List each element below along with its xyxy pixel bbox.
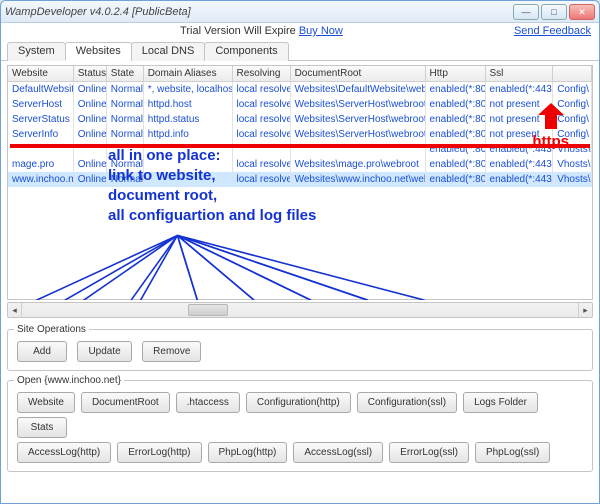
- cell: Websites\ServerHost\webroot: [291, 97, 426, 112]
- trial-text: Trial Version Will Expire: [180, 25, 299, 37]
- open-configuration-ssl--button[interactable]: Configuration(ssl): [357, 392, 457, 413]
- cell: Online: [74, 157, 107, 172]
- col-extra[interactable]: [553, 66, 592, 81]
- site-operations-group: Site Operations Add Update Remove: [7, 324, 593, 371]
- cell: Config\: [553, 82, 592, 97]
- tab-local-dns[interactable]: Local DNS: [131, 42, 206, 61]
- update-button[interactable]: Update: [77, 341, 131, 362]
- cell: enabled(*:80): [426, 112, 486, 127]
- tab-components[interactable]: Components: [204, 42, 288, 61]
- cell: Websites\DefaultWebsite\webroot: [291, 82, 426, 97]
- annotation-https: https: [532, 101, 569, 150]
- open-configuration-http--button[interactable]: Configuration(http): [246, 392, 351, 413]
- cell: enabled(*:80): [426, 82, 486, 97]
- col-status[interactable]: Status: [74, 66, 107, 81]
- open-phplog-ssl--button[interactable]: PhpLog(ssl): [475, 442, 550, 463]
- table-row[interactable]: DefaultWebsiteOnlineNormal*, website, lo…: [8, 82, 592, 97]
- cell: Websites\ServerHost\webroot: [291, 112, 426, 127]
- cell: enabled(*:443): [486, 172, 554, 187]
- open-errorlog-http--button[interactable]: ErrorLog(http): [117, 442, 201, 463]
- cell: www.inchoo.net: [8, 172, 74, 187]
- col-domain-aliases[interactable]: Domain Aliases: [144, 66, 233, 81]
- window-title: WampDeveloper v4.0.2.4 [PublicBeta]: [5, 6, 513, 18]
- open-website-button[interactable]: Website: [17, 392, 75, 413]
- open-errorlog-ssl--button[interactable]: ErrorLog(ssl): [389, 442, 469, 463]
- cell: ServerStatus: [8, 112, 74, 127]
- col-resolving[interactable]: Resolving: [233, 66, 291, 81]
- open-documentroot-button[interactable]: DocumentRoot: [81, 392, 170, 413]
- send-feedback-link[interactable]: Send Feedback: [514, 25, 591, 37]
- cell: local resolve: [233, 97, 291, 112]
- col-state[interactable]: State: [107, 66, 144, 81]
- cell: local resolve: [233, 82, 291, 97]
- banner: Trial Version Will Expire Buy Now Send F…: [1, 23, 599, 41]
- col-documentroot[interactable]: DocumentRoot: [291, 66, 426, 81]
- cell: httpd.info: [144, 127, 233, 142]
- main-tabs: System Websites Local DNS Components: [1, 41, 599, 61]
- table-row[interactable]: ServerInfoOnlineNormalhttpd.infolocal re…: [8, 127, 592, 142]
- buy-now-link[interactable]: Buy Now: [299, 25, 343, 37]
- cell: enabled(*:80): [426, 157, 486, 172]
- remove-button[interactable]: Remove: [142, 341, 201, 362]
- open-stats-button[interactable]: Stats: [17, 417, 67, 438]
- cell: Normal: [107, 127, 144, 142]
- cell: Normal: [107, 82, 144, 97]
- cell: enabled(*:80): [426, 172, 486, 187]
- scroll-left-icon[interactable]: ◂: [8, 303, 22, 317]
- open-group: Open {www.inchoo.net} Website DocumentRoo…: [7, 375, 593, 472]
- scroll-right-icon[interactable]: ▸: [578, 303, 592, 317]
- cell: Online: [74, 127, 107, 142]
- col-ssl[interactable]: Ssl: [486, 66, 554, 81]
- https-label: https: [532, 133, 569, 150]
- horizontal-scrollbar[interactable]: ◂ ▸: [7, 302, 593, 318]
- open-accesslog-http--button[interactable]: AccessLog(http): [17, 442, 111, 463]
- cell: Normal: [107, 97, 144, 112]
- cell: enabled(*:443): [486, 82, 554, 97]
- cell: local resolve: [233, 112, 291, 127]
- close-button[interactable]: ✕: [569, 4, 595, 20]
- open--htaccess-button[interactable]: .htaccess: [176, 392, 240, 413]
- cell: ServerInfo: [8, 127, 74, 142]
- col-website[interactable]: Website: [8, 66, 74, 81]
- table-header: Website Status State Domain Aliases Reso…: [8, 66, 592, 82]
- cell: Vhosts\: [553, 172, 592, 187]
- cell: enabled(*:80): [426, 97, 486, 112]
- cell: enabled(*:80): [426, 127, 486, 142]
- annotation-text: all in one place: link to website, docum…: [108, 146, 316, 226]
- cell: httpd.host: [144, 97, 233, 112]
- cell: mage.pro: [8, 157, 74, 172]
- table-row[interactable]: ServerHostOnlineNormalhttpd.hostlocal re…: [8, 97, 592, 112]
- col-http[interactable]: Http: [426, 66, 486, 81]
- cell: Vhosts\: [553, 157, 592, 172]
- cell: Normal: [107, 112, 144, 127]
- cell: DefaultWebsite: [8, 82, 74, 97]
- window-controls: — □ ✕: [513, 4, 595, 20]
- scroll-thumb[interactable]: [188, 304, 228, 316]
- cell: Online: [74, 82, 107, 97]
- open-legend: Open {www.inchoo.net}: [14, 375, 124, 386]
- open-phplog-http--button[interactable]: PhpLog(http): [208, 442, 288, 463]
- cell: enabled(*:443): [486, 157, 554, 172]
- cell: httpd.status: [144, 112, 233, 127]
- site-operations-legend: Site Operations: [14, 324, 89, 335]
- minimize-button[interactable]: —: [513, 4, 539, 20]
- maximize-button[interactable]: □: [541, 4, 567, 20]
- app-window: WampDeveloper v4.0.2.4 [PublicBeta] — □ …: [0, 0, 600, 504]
- cell: Online: [74, 172, 107, 187]
- open-logs-folder-button[interactable]: Logs Folder: [463, 392, 538, 413]
- cell: *, website, localhost: [144, 82, 233, 97]
- cell: local resolve: [233, 127, 291, 142]
- tab-websites[interactable]: Websites: [65, 42, 132, 61]
- websites-table: Website Status State Domain Aliases Reso…: [7, 65, 593, 300]
- add-button[interactable]: Add: [17, 341, 67, 362]
- cell: Online: [74, 112, 107, 127]
- open-accesslog-ssl--button[interactable]: AccessLog(ssl): [293, 442, 383, 463]
- cell: ServerHost: [8, 97, 74, 112]
- cell: Online: [74, 97, 107, 112]
- cell: Websites\ServerHost\webroot: [291, 127, 426, 142]
- table-row[interactable]: ServerStatusOnlineNormalhttpd.statusloca…: [8, 112, 592, 127]
- titlebar: WampDeveloper v4.0.2.4 [PublicBeta] — □ …: [1, 1, 599, 23]
- tab-system[interactable]: System: [7, 42, 66, 61]
